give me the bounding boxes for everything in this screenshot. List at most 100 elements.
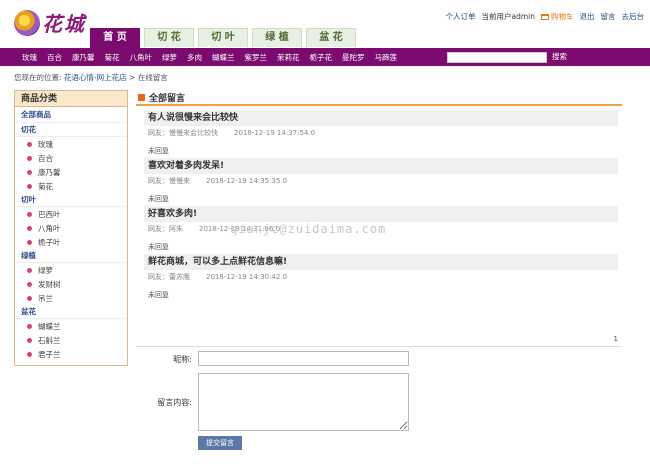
tab-home[interactable]: 首 页	[90, 28, 140, 48]
sidebar-item-label: 蝴蝶兰	[38, 321, 61, 331]
sidebar-item-label: 玫瑰	[38, 139, 53, 149]
tab-potted-flowers[interactable]: 盆 花	[306, 28, 356, 47]
sidebar-all-products[interactable]: 全部商品	[15, 107, 127, 123]
sidebar-item-label: 君子兰	[38, 349, 61, 359]
tab-green-plants[interactable]: 绿 植	[252, 28, 302, 47]
flower-logo-icon	[14, 10, 40, 36]
search-button[interactable]: 搜索	[552, 51, 567, 62]
sidebar-item-label: 发财树	[38, 279, 61, 289]
sidebar-item[interactable]: 栀子叶	[15, 235, 127, 249]
message-title: 有人说很慢来会比较快	[144, 110, 618, 126]
sidebar-group-cut-flowers[interactable]: 切花	[15, 123, 127, 137]
personal-order-link[interactable]: 个人订单	[446, 11, 476, 22]
page: 花城 首 页 切 花 切 叶 绿 植 盆 花 个人订单 当前用户admin 购物…	[0, 0, 650, 468]
message-item: 有人说很慢来会比较快 网友：慢慢来会比较快 2018-12-19 14:37:5…	[144, 110, 618, 158]
message-time: 2018-12-19 14:35:35.0	[206, 177, 288, 185]
message-reply-status: 未回复	[148, 147, 169, 155]
message-author: 网友：阿朱	[148, 225, 183, 233]
sidebar-item[interactable]: 八角叶	[15, 221, 127, 235]
category-link[interactable]: 菊花	[105, 52, 120, 63]
section-title-icon	[138, 93, 145, 101]
message-board: 全部留言 有人说很慢来会比较快 网友：慢慢来会比较快 2018-12-19 14…	[136, 90, 622, 302]
message-title: 鲜花商城，可以多上点鲜花信息嘛!	[144, 254, 618, 270]
sidebar-title: 商品分类	[15, 91, 127, 107]
category-link[interactable]: 栀子花	[310, 52, 333, 63]
bullet-icon	[27, 351, 32, 357]
sidebar-item-label: 百合	[38, 153, 53, 163]
sidebar-group-green-plants[interactable]: 绿植	[15, 249, 127, 263]
category-bar: 玫瑰 百合 康乃馨 菊花 八角叶 绿萝 多肉 蝴蝶兰 紫罗兰 茉莉花 栀子花 曼…	[0, 48, 650, 66]
category-link[interactable]: 曼陀罗	[342, 52, 365, 63]
current-user-label: 当前用户admin	[481, 12, 536, 21]
bullet-icon	[27, 323, 32, 329]
message-reply-status: 未回复	[148, 243, 169, 251]
sidebar-item[interactable]: 发财树	[15, 277, 127, 291]
cart-icon	[541, 14, 549, 20]
cart-label: 购物车	[551, 12, 574, 21]
message-title: 好喜欢多肉!	[144, 206, 618, 222]
sidebar-group-potted-flowers[interactable]: 盆花	[15, 305, 127, 319]
sidebar-item[interactable]: 康乃馨	[15, 165, 127, 179]
bullet-icon	[27, 281, 32, 287]
backend-link[interactable]: 去后台	[622, 11, 645, 22]
breadcrumb-home-link[interactable]: 花语心情-网上花店	[64, 73, 127, 82]
sidebar-item-label: 巴西叶	[38, 209, 61, 219]
message-item: 鲜花商城，可以多上点鲜花信息嘛! 网友：蕾苏鹰 2018-12-19 14:30…	[144, 254, 618, 302]
pagination: 1	[136, 335, 622, 347]
message-author: 网友：慢慢来会比较快	[148, 129, 218, 137]
category-link[interactable]: 多肉	[187, 52, 202, 63]
sidebar-item[interactable]: 蝴蝶兰	[15, 319, 127, 333]
header: 花城 首 页 切 花 切 叶 绿 植 盆 花 个人订单 当前用户admin 购物…	[0, 0, 650, 48]
bullet-icon	[27, 267, 32, 273]
breadcrumb-current: 在线留言	[137, 73, 168, 82]
category-link[interactable]: 马蹄莲	[375, 52, 398, 63]
category-link[interactable]: 绿萝	[162, 52, 177, 63]
sidebar-item[interactable]: 菊花	[15, 179, 127, 193]
category-link[interactable]: 紫罗兰	[245, 52, 268, 63]
message-meta: 网友：慢慢来会比较快 2018-12-19 14:37:54.0	[144, 126, 618, 140]
message-content-textarea[interactable]	[198, 373, 409, 431]
bullet-icon	[27, 225, 32, 231]
sidebar-item[interactable]: 百合	[15, 151, 127, 165]
category-sidebar: 商品分类 全部商品 切花 玫瑰 百合 康乃馨 菊花 切叶 巴西叶 八角叶 栀子叶…	[14, 90, 128, 366]
sidebar-item[interactable]: 君子兰	[15, 347, 127, 361]
category-link[interactable]: 蝴蝶兰	[212, 52, 235, 63]
logout-link[interactable]: 退出	[580, 11, 595, 22]
sidebar-item[interactable]: 石斛兰	[15, 333, 127, 347]
category-link[interactable]: 玫瑰	[22, 52, 37, 63]
category-links: 玫瑰 百合 康乃馨 菊花 八角叶 绿萝 多肉 蝴蝶兰 紫罗兰 茉莉花 栀子花 曼…	[22, 48, 407, 66]
page-number-link[interactable]: 1	[614, 335, 618, 343]
message-reply-status: 未回复	[148, 195, 169, 203]
message-author: 网友：蕾苏鹰	[148, 273, 190, 281]
tab-cut-flowers[interactable]: 切 花	[144, 28, 194, 47]
category-link[interactable]: 茉莉花	[277, 52, 300, 63]
message-link[interactable]: 留言	[601, 11, 616, 22]
breadcrumb-separator: >	[129, 73, 136, 82]
nick-input[interactable]	[198, 351, 409, 366]
message-author: 网友：慢慢来	[148, 177, 190, 185]
tab-cut-leaves[interactable]: 切 叶	[198, 28, 248, 47]
message-time: 2018-12-19 14:37:54.0	[234, 129, 316, 137]
sidebar-group-cut-leaves[interactable]: 切叶	[15, 193, 127, 207]
category-link[interactable]: 八角叶	[130, 52, 153, 63]
search-input[interactable]	[447, 52, 547, 63]
sidebar-item[interactable]: 巴西叶	[15, 207, 127, 221]
category-link[interactable]: 康乃馨	[72, 52, 95, 63]
sidebar-item-label: 栀子叶	[38, 237, 61, 247]
sidebar-item[interactable]: 玫瑰	[15, 137, 127, 151]
cart-link[interactable]: 购物车	[541, 11, 574, 22]
category-link[interactable]: 百合	[47, 52, 62, 63]
section-title-text: 全部留言	[149, 93, 186, 104]
bullet-icon	[27, 155, 32, 161]
message-item: 喜欢对着多肉发呆! 网友：慢慢来 2018-12-19 14:35:35.0 未…	[144, 158, 618, 206]
sidebar-item[interactable]: 绿萝	[15, 263, 127, 277]
sidebar-item[interactable]: 吊兰	[15, 291, 127, 305]
message-meta: 网友：慢慢来 2018-12-19 14:35:35.0	[144, 174, 618, 188]
bullet-icon	[27, 141, 32, 147]
sidebar-item-label: 菊花	[38, 181, 53, 191]
message-meta: 网友：蕾苏鹰 2018-12-19 14:30:42.0	[144, 270, 618, 284]
submit-message-button[interactable]: 提交留言	[198, 436, 242, 450]
message-time: 2018-12-19 14:30:42.0	[206, 273, 288, 281]
logo[interactable]: 花城	[12, 6, 92, 42]
sidebar-item-label: 石斛兰	[38, 335, 61, 345]
